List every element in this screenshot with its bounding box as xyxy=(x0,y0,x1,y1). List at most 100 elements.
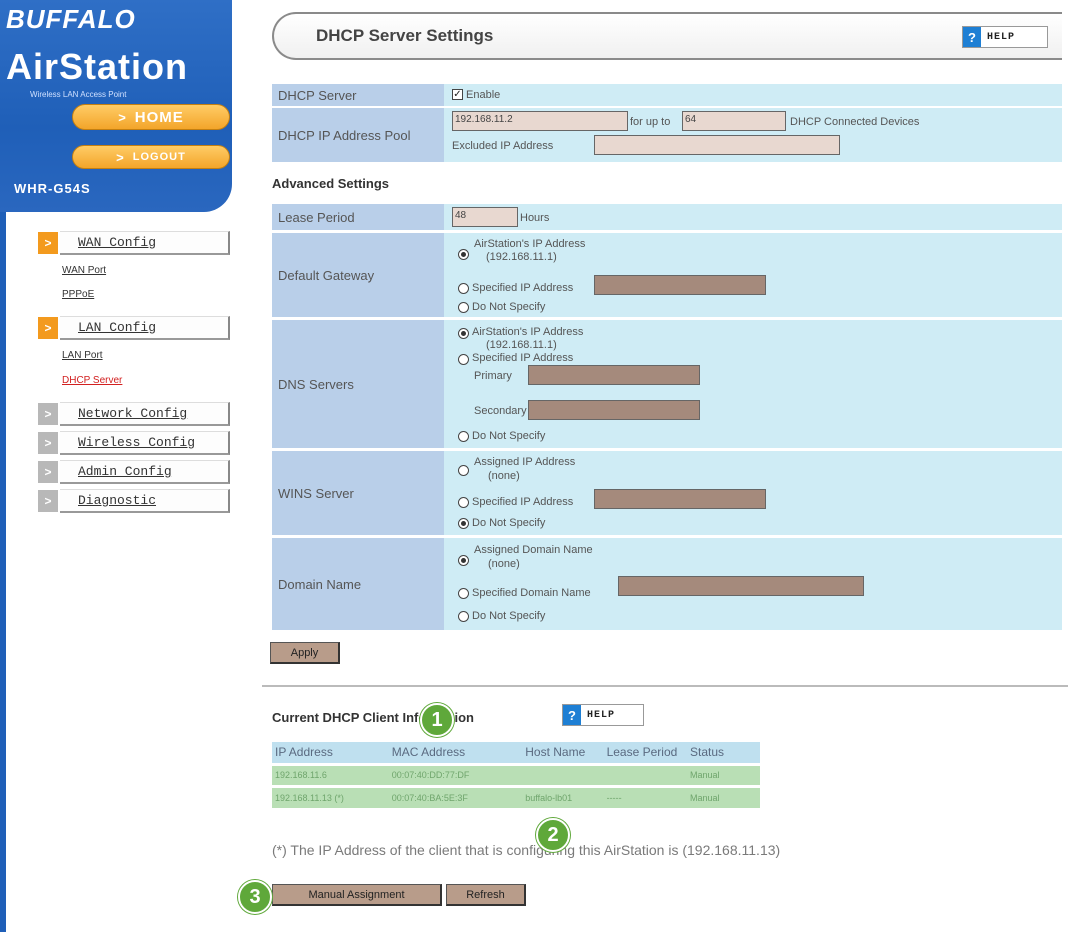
lease-period-input[interactable]: 48 xyxy=(452,207,518,227)
arrow-right-icon: > xyxy=(116,149,125,165)
domain-none-radio[interactable] xyxy=(458,611,469,622)
dns-airstation-radio[interactable] xyxy=(458,328,469,339)
nav-admin-config-label: Admin Config xyxy=(60,460,230,484)
chevron-right-icon: > xyxy=(38,403,58,425)
domain-name-input[interactable] xyxy=(618,576,864,596)
refresh-button[interactable]: Refresh xyxy=(446,884,526,906)
home-button-label: HOME xyxy=(134,108,184,126)
chevron-right-icon: > xyxy=(38,461,58,483)
nav-wireless-config[interactable]: > Wireless Config xyxy=(38,431,230,455)
help-label: HELP xyxy=(587,709,616,721)
gateway-ip-input[interactable] xyxy=(594,275,766,295)
excluded-ip-input[interactable] xyxy=(594,135,840,155)
dns-secondary-label: Secondary xyxy=(474,405,527,417)
nav-wan-config[interactable]: > WAN Config xyxy=(38,231,230,255)
nav-network-config[interactable]: > Network Config xyxy=(38,402,230,426)
brand-logo: BUFFALO xyxy=(6,4,136,34)
dns-specified-radio[interactable] xyxy=(458,354,469,365)
product-logo: AirStation xyxy=(6,46,189,87)
column-header: Host Name xyxy=(522,742,604,764)
dns-servers-label: DNS Servers xyxy=(272,320,444,448)
gateway-none-radio[interactable] xyxy=(458,302,469,313)
nav-wan-port[interactable]: WAN Port xyxy=(62,265,106,276)
pool-count-input[interactable]: 64 xyxy=(682,111,786,131)
nav-lan-port[interactable]: LAN Port xyxy=(62,350,103,361)
chevron-right-icon: > xyxy=(38,490,58,512)
chevron-right-icon: > xyxy=(38,432,58,454)
domain-opt3-label: Do Not Specify xyxy=(472,610,546,622)
page-header: DHCP Server Settings ? HELP xyxy=(272,12,1062,60)
wins-ip-input[interactable] xyxy=(594,489,766,509)
connected-devices-label: DHCP Connected Devices xyxy=(790,116,920,128)
lease-unit-label: Hours xyxy=(520,212,550,224)
default-gateway-row: Default Gateway AirStation's IP Address … xyxy=(272,233,1062,317)
nav-wireless-config-label: Wireless Config xyxy=(60,431,230,455)
logout-button[interactable]: > LOGOUT xyxy=(72,145,230,169)
gateway-airstation-radio[interactable] xyxy=(458,249,469,260)
wins-server-row: WINS Server Assigned IP Address (none) S… xyxy=(272,451,1062,535)
nav-dhcp-server[interactable]: DHCP Server xyxy=(62,375,122,386)
dns-none-radio[interactable] xyxy=(458,431,469,442)
dhcp-server-row: DHCP Server ✓ Enable xyxy=(272,84,1062,106)
callout-marker-2: 2 xyxy=(536,818,570,852)
wins-server-label: WINS Server xyxy=(272,451,444,535)
column-header: Status xyxy=(686,742,760,764)
wins-specified-radio[interactable] xyxy=(458,497,469,508)
wins-none-radio[interactable] xyxy=(458,518,469,529)
wins-opt3-label: Do Not Specify xyxy=(472,517,546,529)
column-header: IP Address xyxy=(272,742,389,764)
wins-assigned-radio[interactable] xyxy=(458,465,469,476)
page-title: DHCP Server Settings xyxy=(316,26,494,45)
dns-opt1-label: AirStation's IP Address xyxy=(472,326,584,338)
nav-lan-config[interactable]: > LAN Config xyxy=(38,316,230,340)
lease-period-row: Lease Period 48 Hours xyxy=(272,204,1062,230)
apply-button[interactable]: Apply xyxy=(270,642,340,664)
domain-opt1-label: Assigned Domain Name xyxy=(474,544,593,556)
table-row: 192.168.11.6 00:07:40:DD:77:DF Manual xyxy=(272,762,760,786)
nav-diagnostic[interactable]: > Diagnostic xyxy=(38,489,230,513)
gateway-specified-radio[interactable] xyxy=(458,283,469,294)
pool-start-input[interactable]: 192.168.11.2 xyxy=(452,111,628,131)
callout-marker-3: 3 xyxy=(238,880,272,914)
header-help-button[interactable]: ? HELP xyxy=(962,26,1048,48)
table-row: 192.168.11.13 (*) 00:07:40:BA:5E:3F buff… xyxy=(272,784,760,808)
help-label: HELP xyxy=(987,31,1016,43)
logout-button-label: LOGOUT xyxy=(132,151,186,163)
dns-primary-label: Primary xyxy=(474,370,512,382)
sidebar-strip xyxy=(0,212,6,932)
excluded-ip-label: Excluded IP Address xyxy=(452,140,554,152)
dns-secondary-input[interactable] xyxy=(528,400,700,420)
domain-specified-radio[interactable] xyxy=(458,588,469,599)
client-table: IP Address MAC Address Host Name Lease P… xyxy=(272,742,760,808)
wins-opt1-label: Assigned IP Address xyxy=(474,456,576,468)
nav-wan-config-label: WAN Config xyxy=(60,231,230,255)
sidebar: BUFFALO AirStation Wireless LAN Access P… xyxy=(0,0,232,932)
column-header: MAC Address xyxy=(388,742,523,764)
cell-mac: 00:07:40:DD:77:DF xyxy=(388,762,523,786)
domain-opt2-label: Specified Domain Name xyxy=(472,587,591,599)
domain-assigned-radio[interactable] xyxy=(458,555,469,566)
domain-opt1-sub: (none) xyxy=(488,558,520,570)
dhcp-server-label: DHCP Server xyxy=(272,84,444,106)
callout-marker-1: 1 xyxy=(420,703,454,737)
table-header-row: IP Address MAC Address Host Name Lease P… xyxy=(272,742,760,764)
section-divider xyxy=(262,685,1068,687)
help-icon: ? xyxy=(563,705,581,725)
dns-primary-input[interactable] xyxy=(528,365,700,385)
dns-opt1-ip: (192.168.11.1) xyxy=(486,339,557,351)
home-button[interactable]: > HOME xyxy=(72,104,230,130)
chevron-right-icon: > xyxy=(38,232,58,254)
model-name: WHR-G54S xyxy=(14,181,91,196)
cell-mac: 00:07:40:BA:5E:3F xyxy=(388,784,523,808)
manual-assignment-button[interactable]: Manual Assignment xyxy=(272,884,442,906)
nav-network-config-label: Network Config xyxy=(60,402,230,426)
arrow-right-icon: > xyxy=(118,109,127,125)
gateway-opt2-label: Specified IP Address xyxy=(472,282,574,294)
domain-name-label: Domain Name xyxy=(272,538,444,630)
chevron-right-icon: > xyxy=(38,317,58,339)
dhcp-enable-checkbox[interactable]: ✓ xyxy=(452,89,463,100)
client-help-button[interactable]: ? HELP xyxy=(562,704,644,726)
nav-pppoe[interactable]: PPPoE xyxy=(62,289,94,300)
nav-admin-config[interactable]: > Admin Config xyxy=(38,460,230,484)
cell-host: buffalo-lb01 xyxy=(522,784,604,808)
